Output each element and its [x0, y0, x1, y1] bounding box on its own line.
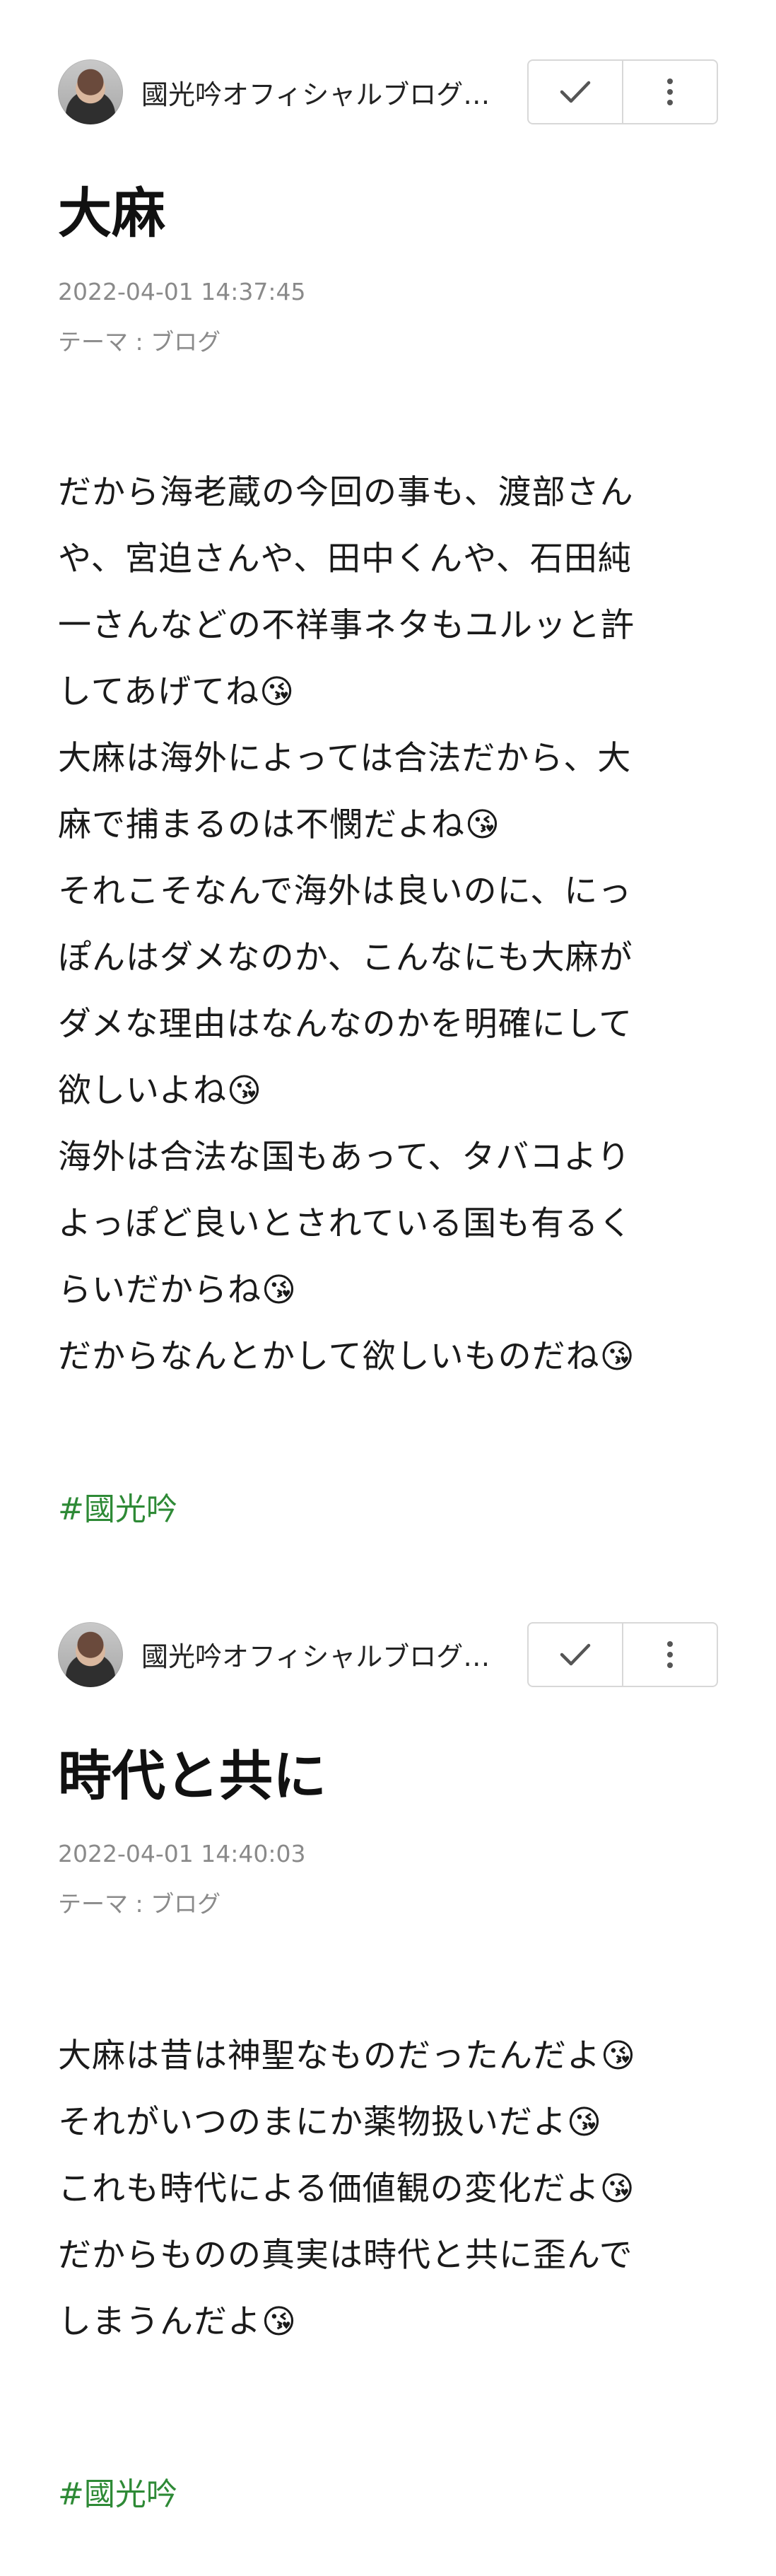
- hashtag-link[interactable]: #國光吟: [58, 1484, 177, 1529]
- body-line: ぽんはダメなのか、こんなにも大麻が: [58, 938, 633, 977]
- body-line: それがいつのまにか薬物扱いだよ😘: [58, 2103, 602, 2143]
- blog-post: 國光吟オフィシャルブログ… 時代と共に 2022-04-01 14:40:03 …: [58, 1621, 718, 2514]
- post-date: 2022-04-01 14:40:03: [58, 1840, 306, 1868]
- check-icon: [560, 80, 591, 104]
- post-separator: [58, 1529, 718, 1622]
- body-line: だから海老蔵の今回の事も、渡部さん: [58, 472, 634, 512]
- body-line: 海外は合法な国もあって、タバコより: [58, 1137, 631, 1177]
- post-date: 2022-04-01 14:37:45: [58, 277, 306, 305]
- post-title[interactable]: 時代と共に: [58, 1746, 718, 1806]
- author-name[interactable]: 國光吟オフィシャルブログ…: [141, 1635, 498, 1674]
- post-actions: [527, 59, 718, 124]
- post-header: 國光吟オフィシャルブログ…: [58, 59, 718, 124]
- blog-feed: 國光吟オフィシャルブログ… 大麻 2022-04-01 14:37:45 テーマ…: [0, 0, 776, 2576]
- author-name[interactable]: 國光吟オフィシャルブログ…: [141, 73, 498, 112]
- post-theme[interactable]: テーマ : ブログ: [58, 330, 718, 354]
- body-line: らいだからね😘: [58, 1270, 297, 1310]
- more-vertical-icon: [666, 1640, 674, 1669]
- body-line: 大麻は海外によっては合法だから、大: [58, 738, 632, 778]
- body-line: よっぽど良いとされている国も有るく: [58, 1204, 633, 1243]
- body-line: 麻で捕まるのは不憫だよね😘: [58, 805, 500, 844]
- post-body: だから海老蔵の今回の事も、渡部さん や、宮迫さんや、田中くんや、石田純 一さんな…: [58, 460, 718, 1390]
- blog-post: 國光吟オフィシャルブログ… 大麻 2022-04-01 14:37:45 テーマ…: [58, 0, 718, 1529]
- body-line: や、宮迫さんや、田中くんや、石田純: [58, 539, 632, 578]
- body-line: それこそなんで海外は良いのに、にっ: [58, 871, 633, 911]
- author-avatar[interactable]: [58, 59, 123, 124]
- body-line: しまうんだよ😘: [58, 2302, 297, 2342]
- post-header: 國光吟オフィシャルブログ…: [58, 1621, 718, 1687]
- more-vertical-icon: [666, 78, 674, 106]
- more-options-button[interactable]: [622, 1623, 717, 1686]
- body-line: 一さんなどの不祥事ネタもユルッと許: [58, 605, 635, 645]
- follow-check-button[interactable]: [529, 61, 622, 123]
- body-line: これも時代による価値観の変化だよ😘: [58, 2169, 635, 2209]
- post-title[interactable]: 大麻: [58, 184, 718, 243]
- post-actions: [527, 1621, 718, 1687]
- author-avatar[interactable]: [58, 1621, 123, 1687]
- body-line: だからなんとかして欲しいものだね😘: [58, 1336, 635, 1376]
- check-icon: [560, 1643, 591, 1667]
- body-line: 欲しいよね😘: [58, 1071, 263, 1110]
- post-theme[interactable]: テーマ : ブログ: [58, 1892, 718, 1916]
- more-options-button[interactable]: [622, 61, 717, 123]
- hashtag-link[interactable]: #國光吟: [58, 2469, 177, 2514]
- body-line: 大麻は昔は神聖なものだったんだよ😘: [58, 2036, 636, 2076]
- follow-check-button[interactable]: [529, 1624, 622, 1686]
- body-line: だからものの真実は時代と共に歪んで: [58, 2236, 633, 2275]
- post-body: 大麻は昔は神聖なものだったんだよ😘 それがいつのまにか薬物扱いだよ😘 これも時代…: [58, 2023, 718, 2355]
- body-line: ダメな理由はなんなのかを明確にして: [58, 1004, 633, 1044]
- body-line: してあげてね😘: [58, 672, 295, 711]
